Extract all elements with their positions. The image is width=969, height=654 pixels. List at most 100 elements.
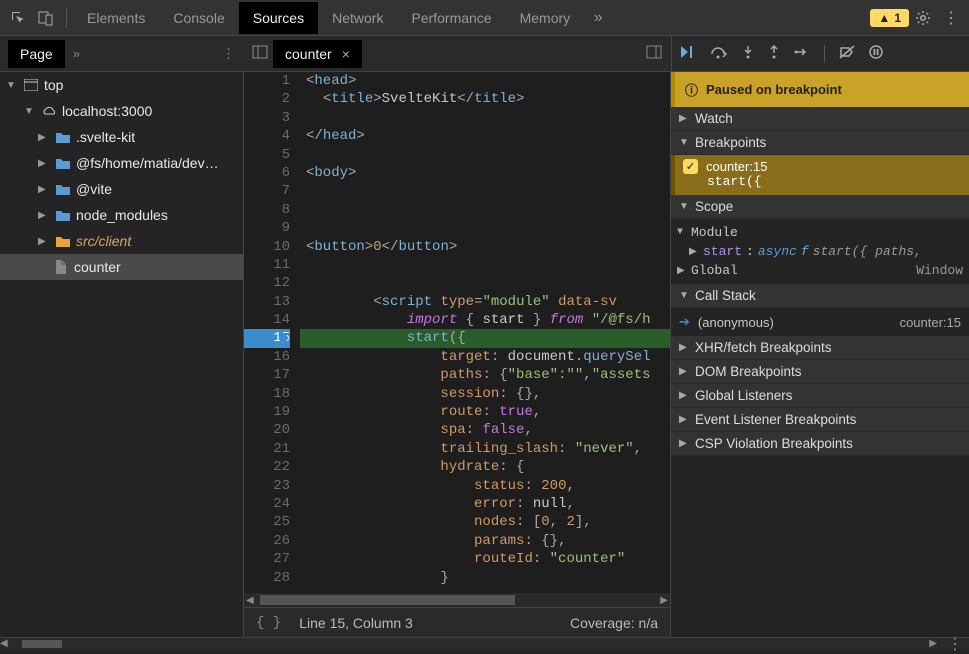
debugger-sidebar: ⓘ Paused on breakpoint ▶Watch ▼Breakpoin… (671, 72, 969, 637)
tree-folder[interactable]: ▶ @fs/home/matia/dev… (0, 150, 243, 176)
horizontal-scrollbar[interactable]: ◀ ▶ (244, 593, 670, 607)
toggle-navigator-icon[interactable] (247, 44, 273, 63)
section-xhr[interactable]: ▶XHR/fetch Breakpoints (671, 336, 969, 360)
file-icon (52, 260, 70, 274)
paused-message: Paused on breakpoint (706, 82, 842, 97)
tree-folder[interactable]: ▶ node_modules (0, 202, 243, 228)
window-icon (22, 79, 40, 91)
settings-gear-icon[interactable] (909, 4, 937, 32)
coverage-status: Coverage: n/a (570, 615, 658, 631)
folder-icon (54, 132, 72, 143)
tab-network[interactable]: Network (318, 2, 397, 34)
tree-label: .svelte-kit (76, 129, 135, 145)
tab-console[interactable]: Console (159, 2, 238, 34)
editor-statusbar: { } Line 15, Column 3 Coverage: n/a (244, 607, 670, 637)
deactivate-breakpoints-icon[interactable] (839, 45, 855, 62)
tab-sources[interactable]: Sources (239, 2, 318, 34)
more-tabs-icon[interactable]: » (584, 4, 612, 32)
callstack-frame[interactable]: ➔ (anonymous) counter:15 (671, 308, 969, 336)
scope-start[interactable]: ▶ start: async f start({ paths, (677, 242, 963, 261)
frame-location: counter:15 (900, 315, 961, 330)
caret-right-icon: ▶ (38, 132, 50, 143)
cursor-position: Line 15, Column 3 (299, 615, 413, 631)
section-dom[interactable]: ▶DOM Breakpoints (671, 360, 969, 384)
scrollbar-thumb[interactable] (22, 640, 62, 648)
resume-icon[interactable] (680, 45, 696, 62)
breakpoint-code: start({ (683, 174, 961, 189)
frame-name: (anonymous) (698, 315, 774, 330)
pause-exceptions-icon[interactable] (869, 45, 883, 62)
pretty-print-icon[interactable]: { } (256, 615, 281, 631)
tree-label: top (44, 77, 63, 93)
section-scope[interactable]: ▼Scope (671, 195, 969, 219)
caret-right-icon: ▶ (38, 158, 50, 169)
tree-folder[interactable]: ▶ @vite (0, 176, 243, 202)
cloud-icon (40, 105, 58, 117)
scope-body: ▼Module ▶ start: async f start({ paths, … (671, 219, 969, 284)
page-tab[interactable]: Page (8, 40, 65, 68)
caret-down-icon: ▼ (6, 80, 18, 91)
folder-icon (54, 158, 72, 169)
kebab-menu-icon[interactable]: ⋮ (937, 4, 965, 32)
tree-label: @vite (76, 181, 112, 197)
caret-right-icon: ▶ (38, 184, 50, 195)
tree-label: node_modules (76, 207, 168, 223)
line-gutter[interactable]: 1234567891011121314151617181920212223242… (244, 72, 300, 593)
warning-count: 1 (894, 11, 901, 25)
toolbar-divider (66, 8, 67, 28)
section-watch[interactable]: ▶Watch (671, 107, 969, 131)
kebab-menu-icon[interactable]: ⋮ (941, 634, 969, 654)
current-frame-arrow-icon: ➔ (679, 314, 690, 330)
tab-memory[interactable]: Memory (506, 2, 585, 34)
tree-label: @fs/home/matia/dev… (76, 155, 219, 171)
code-area[interactable]: 1234567891011121314151617181920212223242… (244, 72, 670, 593)
section-csp[interactable]: ▶CSP Violation Breakpoints (671, 432, 969, 456)
tab-elements[interactable]: Elements (73, 2, 159, 34)
drawer-scrollbar[interactable]: ◀ ▶ ⋮ (0, 637, 969, 649)
navigator-more-icon[interactable]: » (73, 46, 80, 61)
tree-file-counter[interactable]: counter (0, 254, 243, 280)
scope-module[interactable]: ▼Module (677, 223, 963, 242)
step-into-icon[interactable] (742, 45, 754, 62)
breakpoint-checkbox[interactable]: ✓ (683, 159, 698, 174)
navigator-menu-icon[interactable]: ⋮ (222, 46, 235, 62)
warning-badge[interactable]: ▲ 1 (870, 9, 909, 27)
tree-label: localhost:3000 (62, 103, 152, 119)
editor-tabbar: counter × (243, 36, 671, 71)
tree-folder[interactable]: ▶ src/client (0, 228, 243, 254)
navigator-header: Page » ⋮ (0, 36, 243, 71)
breakpoint-label: counter:15 (706, 159, 767, 174)
caret-right-icon: ▶ (38, 236, 50, 247)
section-event-listener-bp[interactable]: ▶Event Listener Breakpoints (671, 408, 969, 432)
section-global-listeners[interactable]: ▶Global Listeners (671, 384, 969, 408)
sources-subbar: Page » ⋮ counter × (0, 36, 969, 72)
devtools-toolbar: ElementsConsoleSourcesNetworkPerformance… (0, 0, 969, 36)
tree-root-top[interactable]: ▼ top (0, 72, 243, 98)
tree-label: src/client (76, 233, 131, 249)
step-over-icon[interactable] (710, 45, 728, 62)
folder-icon (54, 184, 72, 195)
main-area: ▼ top ▼ localhost:3000 ▶ .svelte-kit ▶ @… (0, 72, 969, 637)
folder-icon (54, 210, 72, 221)
tab-performance[interactable]: Performance (397, 2, 505, 34)
breakpoint-item[interactable]: ✓ counter:15 start({ (671, 155, 969, 195)
scrollbar-thumb[interactable] (260, 595, 516, 605)
folder-icon (54, 236, 72, 247)
tree-host[interactable]: ▼ localhost:3000 (0, 98, 243, 124)
step-icon[interactable] (794, 45, 810, 62)
scope-global[interactable]: ▶ Global Window (677, 261, 963, 280)
device-toolbar-icon[interactable] (32, 4, 60, 32)
code-editor: 1234567891011121314151617181920212223242… (243, 72, 671, 637)
section-callstack[interactable]: ▼Call Stack (671, 284, 969, 308)
file-tab-counter[interactable]: counter × (273, 40, 362, 68)
section-breakpoints[interactable]: ▼Breakpoints (671, 131, 969, 155)
caret-down-icon: ▼ (24, 106, 36, 117)
code-lines[interactable]: <head> <title>SvelteKit</title></head><b… (300, 72, 670, 593)
inspect-element-icon[interactable] (4, 4, 32, 32)
toggle-debugger-icon[interactable] (641, 44, 667, 63)
file-navigator: ▼ top ▼ localhost:3000 ▶ .svelte-kit ▶ @… (0, 72, 243, 637)
tree-folder[interactable]: ▶ .svelte-kit (0, 124, 243, 150)
close-tab-icon[interactable]: × (342, 46, 350, 62)
caret-right-icon: ▶ (38, 210, 50, 221)
step-out-icon[interactable] (768, 45, 780, 62)
